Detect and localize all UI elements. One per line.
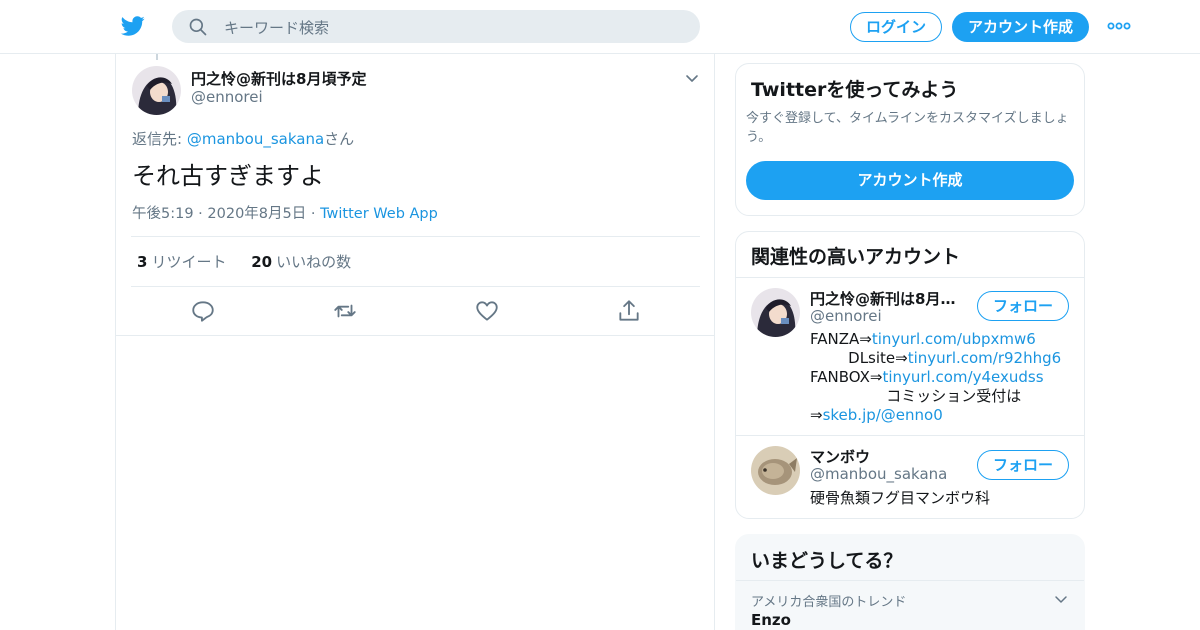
divider	[736, 435, 1084, 436]
tweet-stats: 3 リツイート 20 いいねの数	[137, 251, 371, 272]
account-bio: FANZA⇒tinyurl.com/ubpxmw6 DLsite⇒tinyurl…	[810, 330, 1061, 425]
reply-target-link[interactable]: @manbou_sakana	[187, 130, 324, 148]
bio-link[interactable]: tinyurl.com/y4exudss	[882, 368, 1043, 386]
signup-card-title: Twitterを使ってみよう	[751, 79, 959, 101]
tweet-metadata: 午後5:19 · 2020年8月5日 · Twitter Web App	[132, 202, 438, 223]
top-navigation-bar: キーワード検索 ログイン アカウント作成	[0, 0, 1200, 54]
reply-prefix: 返信先:	[132, 130, 187, 148]
trends-title: いまどうしてる？	[751, 550, 903, 572]
like-stat[interactable]: 20 いいねの数	[251, 253, 351, 271]
tweet-actions	[116, 298, 714, 326]
chevron-down-icon[interactable]	[684, 70, 700, 86]
chevron-down-icon[interactable]	[1054, 592, 1068, 606]
trends-card: いまどうしてる？ アメリカ合衆国のトレンド Enzo	[735, 534, 1085, 630]
tweet-time[interactable]: 午後5:19	[132, 206, 194, 222]
account-avatar[interactable]	[751, 288, 800, 337]
bio-link[interactable]: tinyurl.com/r92hhg6	[908, 349, 1061, 367]
signup-card-button[interactable]: アカウント作成	[746, 161, 1074, 200]
account-handle[interactable]: @ennorei	[810, 307, 882, 325]
reply-suffix: さん	[324, 130, 355, 148]
like-count: 20	[251, 253, 273, 271]
meta-separator: ·	[310, 206, 321, 222]
bio-text: FANBOX⇒	[810, 368, 883, 386]
retweet-stat[interactable]: 3 リツイート	[137, 253, 226, 271]
account-avatar[interactable]	[751, 446, 800, 495]
divider	[116, 335, 714, 336]
retweet-icon[interactable]	[332, 298, 358, 324]
meta-separator: ·	[198, 206, 208, 222]
trend-location: アメリカ合衆国のトレンド	[751, 595, 907, 610]
tweet-column: 円之怜@新刊は8月頃予定 @ennorei 返信先: @manbou_sakan…	[115, 54, 715, 630]
related-accounts-card: 関連性の高いアカウント 円之怜@新刊は8月頃予定 @ennorei フォロー F…	[735, 231, 1085, 519]
signup-card-description: 今すぐ登録して、タイムラインをカスタマイズしましょう。	[746, 111, 1069, 145]
signup-button[interactable]: アカウント作成	[952, 12, 1089, 42]
search-icon	[189, 18, 207, 36]
share-icon[interactable]	[616, 298, 642, 324]
retweet-count: 3	[137, 253, 148, 271]
tweet-date[interactable]: 2020年8月5日	[207, 206, 306, 222]
bio-text: コミッション受付は	[810, 387, 1022, 405]
like-heart-icon[interactable]	[474, 298, 500, 324]
login-button[interactable]: ログイン	[850, 12, 942, 42]
trend-item[interactable]: Enzo	[751, 611, 791, 629]
account-handle[interactable]: @manbou_sakana	[810, 465, 947, 483]
author-name[interactable]: 円之怜@新刊は8月頃予定	[191, 68, 366, 89]
bio-text: DLsite⇒	[810, 349, 908, 367]
twitter-bird-icon[interactable]	[120, 14, 146, 38]
signup-card: Twitterを使ってみよう 今すぐ登録して、タイムラインをカスタマイズしましょ…	[735, 63, 1085, 216]
reply-icon[interactable]	[190, 298, 216, 324]
more-options-icon[interactable]	[1106, 18, 1132, 34]
search-bar[interactable]: キーワード検索	[172, 10, 700, 43]
related-accounts-title: 関連性の高いアカウント	[751, 246, 961, 268]
account-bio: 硬骨魚類フグ目マンボウ科	[810, 489, 991, 507]
follow-button[interactable]: フォロー	[977, 450, 1069, 480]
account-name[interactable]: 円之怜@新刊は8月頃予定	[810, 288, 970, 309]
search-input[interactable]: キーワード検索	[224, 17, 329, 38]
bio-text: FANZA⇒	[810, 330, 872, 348]
bio-link[interactable]: skeb.jp/@enno0	[823, 406, 943, 424]
author-handle[interactable]: @ennorei	[191, 88, 263, 106]
divider	[131, 286, 700, 287]
account-name[interactable]: マンボウ	[810, 446, 970, 467]
like-label: いいねの数	[276, 253, 352, 271]
divider	[736, 277, 1084, 278]
tweet-source-link[interactable]: Twitter Web App	[320, 206, 438, 222]
tweet-text: それ古すぎますよ	[132, 162, 324, 190]
bio-link[interactable]: tinyurl.com/ubpxmw6	[872, 330, 1036, 348]
divider	[736, 580, 1084, 581]
follow-button[interactable]: フォロー	[977, 291, 1069, 321]
bio-text: ⇒	[810, 406, 823, 424]
author-avatar[interactable]	[132, 66, 181, 115]
reply-context: 返信先: @manbou_sakanaさん	[132, 128, 354, 149]
divider	[131, 236, 700, 237]
retweet-label: リツイート	[151, 253, 227, 271]
thread-connector	[156, 54, 158, 60]
